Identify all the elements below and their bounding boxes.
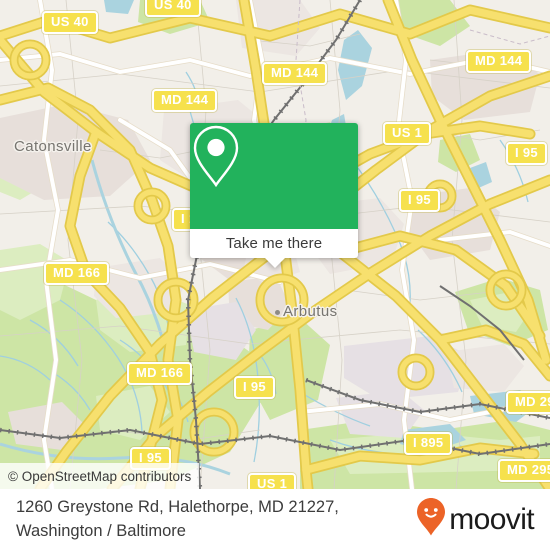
moovit-pin-icon	[416, 497, 446, 542]
shield-us-1: US 1	[383, 122, 432, 145]
take-me-there-button[interactable]: Take me there	[190, 229, 358, 258]
moovit-wordmark: moovit	[449, 502, 534, 536]
map-screenshot: .park { fill:#cde5a5; } .park2 { fill:#d…	[0, 0, 550, 550]
popup-header	[190, 123, 358, 229]
shield-md-144-2: MD 144	[466, 50, 532, 73]
shield-us-1-2: US 1	[248, 473, 297, 489]
popup-pointer-tail	[265, 258, 285, 268]
place-dot-arbutus	[275, 310, 280, 315]
map-canvas[interactable]: .park { fill:#cde5a5; } .park2 { fill:#d…	[0, 0, 550, 489]
attribution-text: © OpenStreetMap contributors	[8, 468, 192, 484]
shield-md-295: MD 295	[506, 391, 550, 414]
place-label-catonsville: Catonsville	[14, 138, 92, 155]
footer-bar: 1260 Greystone Rd, Halethorpe, MD 21227,…	[0, 489, 550, 550]
shield-md-295-2: MD 295	[498, 459, 550, 482]
moovit-logo[interactable]: moovit	[416, 497, 535, 542]
shield-md-166-2: MD 166	[127, 362, 193, 385]
shield-md-144-3: MD 144	[152, 89, 218, 112]
shield-md-144: MD 144	[262, 62, 328, 85]
address-line-2: Washington / Baltimore	[16, 521, 186, 540]
shield-md-166: MD 166	[44, 262, 110, 285]
shield-us-40: US 40	[42, 11, 98, 34]
shield-i-895: I 895	[404, 432, 453, 455]
place-label-arbutus: Arbutus	[283, 303, 338, 320]
take-me-there-label: Take me there	[225, 235, 323, 252]
map-attribution[interactable]: © OpenStreetMap contributors	[0, 463, 200, 489]
shield-i-95: I 95	[506, 142, 547, 165]
address-line-1: 1260 Greystone Rd, Halethorpe, MD 21227,	[16, 498, 339, 517]
shield-us-40-2: US 40	[145, 0, 201, 17]
location-popup-card[interactable]: Take me there	[190, 123, 358, 268]
address-block: 1260 Greystone Rd, Halethorpe, MD 21227,…	[16, 496, 339, 543]
shield-i-95-2: I 95	[399, 189, 440, 212]
shield-i-95-3: I 95	[234, 376, 275, 399]
